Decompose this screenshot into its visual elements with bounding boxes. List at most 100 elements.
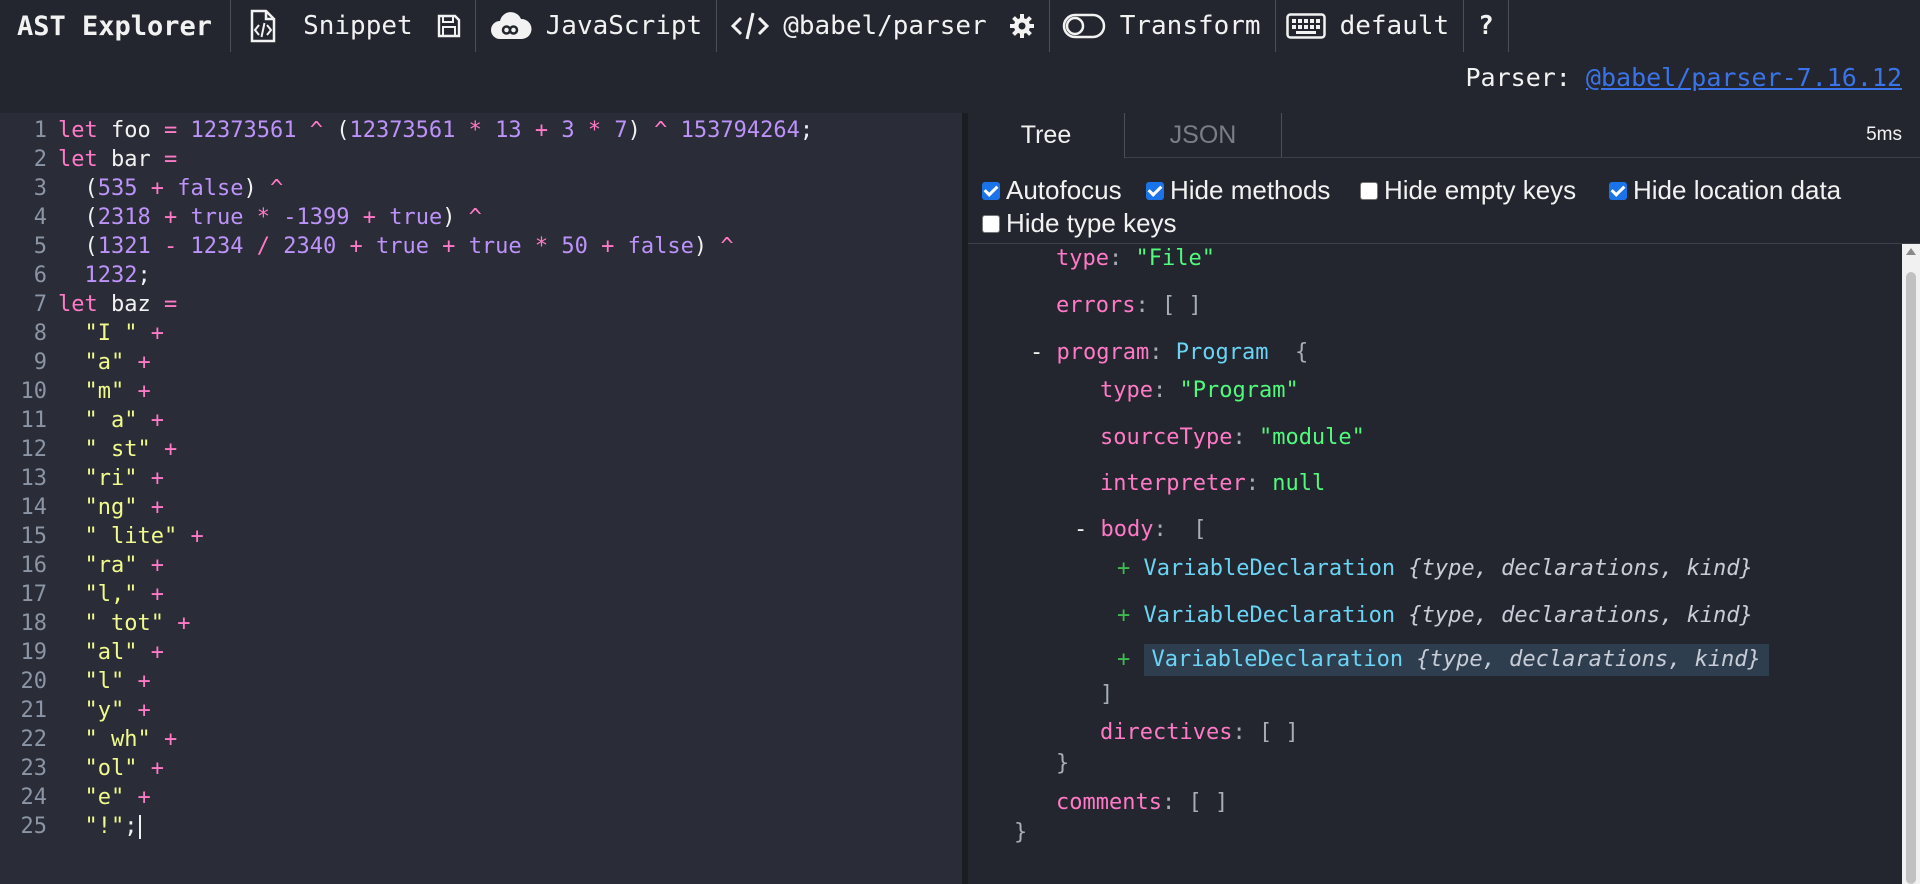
highlighted-node[interactable]: VariableDeclaration {type, declarations,… xyxy=(1143,644,1769,676)
option-hide-type-keys[interactable]: Hide type keys xyxy=(982,208,1177,239)
code-line[interactable]: 16 "ra" + xyxy=(0,551,962,580)
collapse-toggle[interactable]: - xyxy=(1030,340,1043,365)
autofocus-checkbox[interactable] xyxy=(982,181,1000,200)
code-token: - xyxy=(150,234,191,259)
hide-location-data-checkbox[interactable] xyxy=(1609,181,1627,200)
code-line[interactable]: 25 "!"; xyxy=(0,812,962,841)
parser-menu[interactable]: @babel/parser xyxy=(717,0,1050,52)
tree-row-root-close: } xyxy=(1014,818,1027,848)
code-line[interactable]: 20 "l" + xyxy=(0,667,962,696)
expand-toggle[interactable]: + xyxy=(1117,603,1130,628)
tree-row-declaration[interactable]: + VariableDeclaration {type, declaration… xyxy=(1117,554,1753,584)
code-token: 7 xyxy=(614,118,628,143)
code-line[interactable]: 19 "al" + xyxy=(0,638,962,667)
code-line[interactable]: 22 " wh" + xyxy=(0,725,962,754)
tree-row-declaration[interactable]: + VariableDeclaration {type, declaration… xyxy=(1117,601,1753,631)
tree-row-interpreter[interactable]: interpreter: null xyxy=(1100,469,1325,499)
code-line[interactable]: 24 "e" + xyxy=(0,783,962,812)
code-line[interactable]: 13 "ri" + xyxy=(0,464,962,493)
code-line[interactable]: 10 "m" + xyxy=(0,377,962,406)
code-line[interactable]: 1 let foo = 12373561 ^ (12373561 * 13 + 3… xyxy=(0,116,962,145)
tree-row-program-type[interactable]: type: "Program" xyxy=(1100,376,1299,406)
code-token: + xyxy=(349,205,390,230)
code-token: / xyxy=(243,234,284,259)
tree-row-errors[interactable]: errors: [ ] xyxy=(1056,291,1202,321)
tree-row-program[interactable]: - program: Program { xyxy=(1030,338,1308,368)
tree-key: body xyxy=(1100,517,1154,542)
code-line[interactable]: 23 "ol" + xyxy=(0,754,962,783)
code-line[interactable]: 8 "I " + xyxy=(0,319,962,348)
save-icon[interactable] xyxy=(437,14,461,38)
code-line[interactable]: 9 "a" + xyxy=(0,348,962,377)
tab-json[interactable]: JSON xyxy=(1125,113,1282,157)
code-token: bar xyxy=(110,147,151,172)
language-menu[interactable]: JavaScript xyxy=(476,0,718,52)
code-token: " st" xyxy=(84,437,151,462)
code-line[interactable]: 2 let bar = xyxy=(0,145,962,174)
code-token: + xyxy=(336,234,376,259)
code-line[interactable]: 4 (2318 + true * -1399 + true) ^ xyxy=(0,203,962,232)
transform-toggle[interactable]: Transform xyxy=(1050,0,1276,52)
code-token: + xyxy=(137,495,164,520)
code-line[interactable]: 11 " a" + xyxy=(0,406,962,435)
option-hide-methods[interactable]: Hide methods xyxy=(1146,175,1330,206)
tree-row-type[interactable]: type: "File" xyxy=(1056,244,1215,274)
code-line[interactable]: 15 " lite" + xyxy=(0,522,962,551)
scroll-thumb[interactable] xyxy=(1906,272,1916,884)
code-token: 1234 xyxy=(190,234,244,259)
code-line[interactable]: 5 (1321 - 1234 / 2340 + true + true * 50… xyxy=(0,232,962,261)
code-line[interactable]: 7 let baz = xyxy=(0,290,962,319)
line-number: 2 xyxy=(33,147,47,172)
tree-row-directives[interactable]: directives: [ ] xyxy=(1100,718,1299,748)
code-line[interactable]: 6 1232; xyxy=(0,261,962,290)
keymap-menu[interactable]: default xyxy=(1276,0,1465,52)
code-token: = xyxy=(150,147,178,172)
tree-row-declaration-highlighted[interactable]: + VariableDeclaration {type, declaration… xyxy=(1117,642,1769,678)
code-token: = xyxy=(150,292,178,317)
expand-toggle[interactable]: + xyxy=(1117,556,1130,581)
expand-toggle[interactable]: + xyxy=(1117,647,1130,672)
collapse-toggle[interactable]: - xyxy=(1074,517,1087,542)
code-icon xyxy=(731,11,770,41)
tree-row-comments[interactable]: comments: [ ] xyxy=(1056,788,1228,818)
code-token: "ol" xyxy=(84,756,138,781)
tree-row-body-close: ] xyxy=(1100,680,1113,710)
code-editor[interactable]: 1 let foo = 12373561 ^ (12373561 * 13 + 3… xyxy=(0,113,962,884)
code-line[interactable]: 18 " tot" + xyxy=(0,609,962,638)
line-number: 6 xyxy=(33,263,47,288)
tree-scrollbar[interactable] xyxy=(1902,244,1920,884)
tree-key: type xyxy=(1056,246,1109,271)
code-line[interactable]: 14 "ng" + xyxy=(0,493,962,522)
tree-row-body[interactable]: - body: [ xyxy=(1074,515,1206,545)
keymap-label: default xyxy=(1339,11,1450,41)
code-line[interactable]: 3 (535 + false) ^ xyxy=(0,174,962,203)
tab-tree[interactable]: Tree xyxy=(968,113,1125,159)
node-type: VariableDeclaration xyxy=(1151,647,1404,672)
code-line[interactable]: 21 "y" + xyxy=(0,696,962,725)
option-hide-empty-keys[interactable]: Hide empty keys xyxy=(1360,175,1576,206)
help-button[interactable]: ? xyxy=(1464,0,1509,52)
line-number: 11 xyxy=(20,408,48,433)
code-token: + xyxy=(150,437,178,462)
autofocus-label: Autofocus xyxy=(1006,175,1122,205)
gear-icon[interactable] xyxy=(1009,13,1035,39)
hide-methods-checkbox[interactable] xyxy=(1146,181,1164,200)
hide-type-keys-checkbox[interactable] xyxy=(982,214,1000,233)
tree-key: comments xyxy=(1056,790,1162,815)
option-hide-location-data[interactable]: Hide location data xyxy=(1609,175,1841,206)
tree-row-source-type[interactable]: sourceType: "module" xyxy=(1100,423,1365,453)
code-line[interactable]: 17 "l," + xyxy=(0,580,962,609)
option-autofocus[interactable]: Autofocus xyxy=(982,175,1122,206)
parser-version-link[interactable]: @babel/parser-7.16.12 xyxy=(1586,63,1902,92)
code-token: + xyxy=(124,350,151,375)
snippet-menu[interactable]: Snippet xyxy=(231,0,476,52)
scroll-up-icon[interactable] xyxy=(1906,248,1916,255)
code-line[interactable]: 12 " st" + xyxy=(0,435,962,464)
hide-type-keys-label: Hide type keys xyxy=(1006,208,1177,238)
hide-empty-keys-checkbox[interactable] xyxy=(1360,181,1378,200)
code-token: * xyxy=(521,234,562,259)
